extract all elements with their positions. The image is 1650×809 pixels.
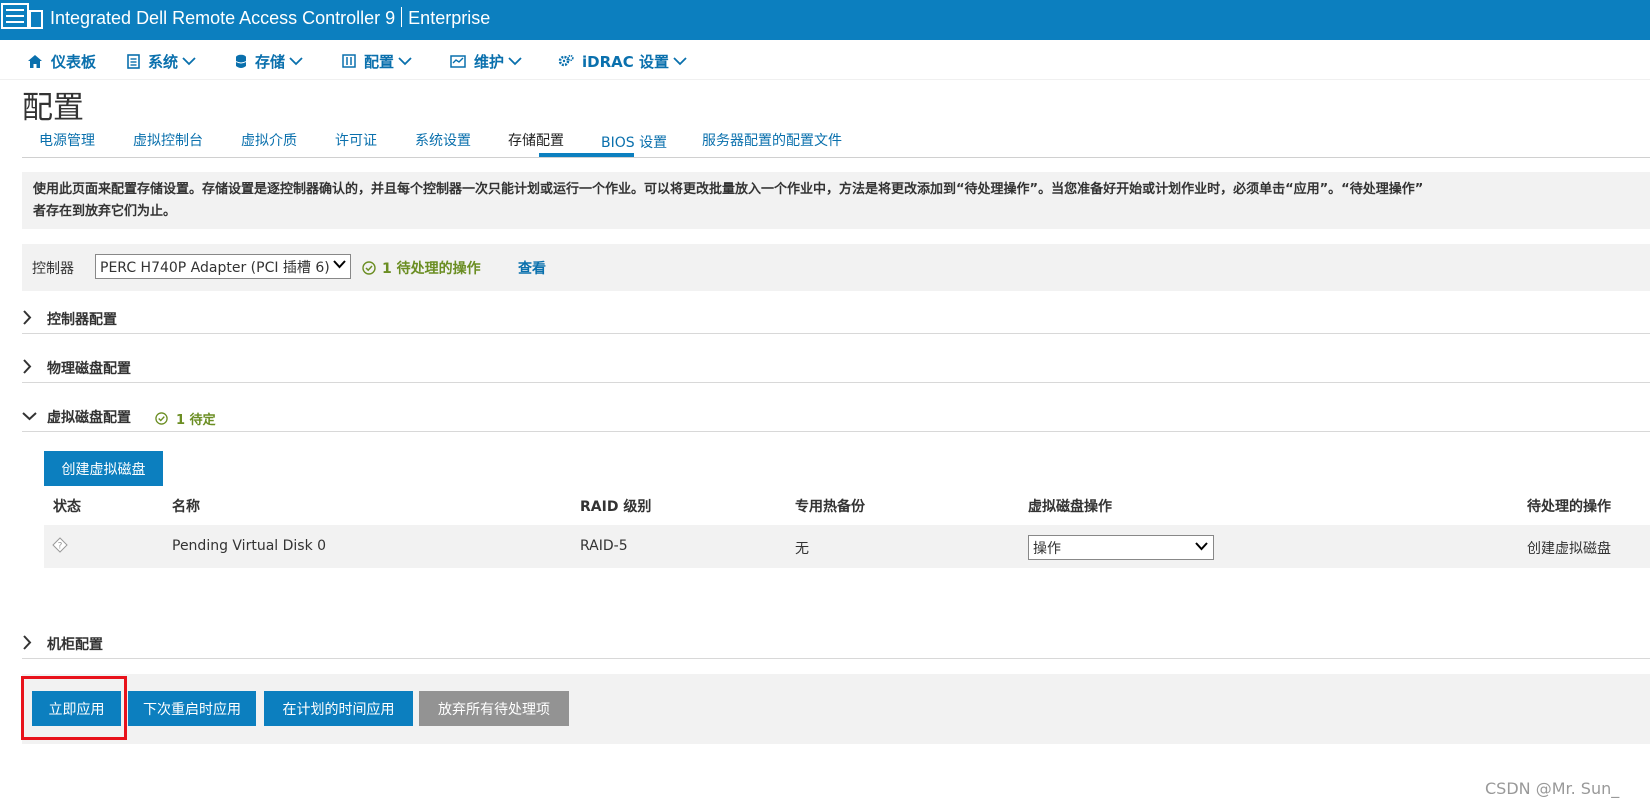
- nav-configuration-label: 配置: [364, 52, 395, 71]
- nav-configuration[interactable]: 配置: [342, 50, 412, 72]
- pending-operations-text: 1 待处理的操作: [382, 261, 481, 277]
- controller-select-value: PERC H740P Adapter (PCI 插槽 6): [100, 260, 330, 276]
- app-title: Integrated Dell Remote Access Controller…: [50, 7, 490, 29]
- chevron-right-icon: [23, 310, 32, 325]
- config-grid-icon: [342, 54, 356, 68]
- chevron-down-icon: [182, 56, 196, 65]
- cell-raid-level: RAID-5: [580, 538, 628, 554]
- tab-system-settings[interactable]: 系统设置: [415, 130, 471, 150]
- page-title: 配置: [22, 90, 84, 126]
- controller-select[interactable]: PERC H740P Adapter (PCI 插槽 6): [95, 254, 351, 279]
- section-physical-disk-config[interactable]: 物理磁盘配置: [22, 353, 1650, 383]
- app-edition: Enterprise: [408, 8, 491, 28]
- idrac-logo-icon: [1, 3, 43, 29]
- virtual-disk-action-select[interactable]: 操作: [1028, 535, 1214, 560]
- section-virtual-disk-config[interactable]: 虚拟磁盘配置 1 待定: [22, 402, 1650, 432]
- title-divider: [401, 7, 403, 27]
- tab-power-management[interactable]: 电源管理: [39, 130, 95, 150]
- pending-operations-status: 1 待处理的操作: [362, 258, 481, 278]
- section-controller-config-title: 控制器配置: [47, 312, 117, 328]
- tab-storage-configuration[interactable]: 存储配置: [508, 130, 564, 150]
- nav-dashboard-label: 仪表板: [51, 52, 97, 71]
- column-header-hot-spare: 专用热备份: [795, 499, 865, 515]
- home-icon: [28, 54, 42, 68]
- chevron-down-icon: [508, 56, 522, 65]
- chevron-down-icon: [673, 56, 687, 65]
- tab-virtual-media[interactable]: 虚拟介质: [241, 130, 297, 150]
- column-header-status: 状态: [53, 499, 81, 515]
- nav-system[interactable]: 系统: [127, 50, 196, 72]
- virtual-disk-pending-text: 1 待定: [176, 413, 216, 428]
- controller-label: 控制器: [32, 261, 74, 277]
- gears-icon: [558, 54, 574, 67]
- section-controller-config[interactable]: 控制器配置: [22, 304, 1650, 334]
- column-header-name: 名称: [172, 499, 200, 515]
- virtual-disk-pending-badge: 1 待定: [155, 409, 216, 428]
- chevron-down-icon: [289, 56, 303, 65]
- watermark: CSDN @Mr. Sun_: [1485, 779, 1620, 798]
- column-header-raid-level: RAID 级别: [580, 499, 652, 515]
- active-tab-indicator: [539, 153, 634, 157]
- nav-idrac-settings[interactable]: iDRAC 设置: [558, 50, 687, 72]
- nav-maintenance-label: 维护: [474, 52, 505, 71]
- server-icon: [127, 53, 140, 69]
- chevron-down-icon: [22, 412, 37, 421]
- column-header-virtual-disk-action: 虚拟磁盘操作: [1028, 499, 1112, 515]
- section-virtual-disk-config-title: 虚拟磁盘配置: [47, 410, 131, 426]
- monitor-icon: [450, 54, 466, 68]
- nav-idrac-settings-label: iDRAC 设置: [582, 52, 669, 71]
- virtual-disk-action-value: 操作: [1033, 541, 1061, 557]
- create-virtual-disk-button[interactable]: 创建虚拟磁盘: [44, 451, 163, 486]
- section-enclosure-config-title: 机柜配置: [47, 637, 103, 653]
- tab-licenses[interactable]: 许可证: [335, 130, 377, 150]
- cell-name: Pending Virtual Disk 0: [172, 538, 327, 554]
- view-pending-link[interactable]: 查看: [518, 258, 546, 278]
- tab-bios-settings[interactable]: BIOS 设置: [601, 132, 667, 152]
- apply-next-reboot-button[interactable]: 下次重启时应用: [128, 691, 256, 726]
- svg-text:?: ?: [58, 542, 63, 552]
- chevron-right-icon: [23, 359, 32, 374]
- chevron-right-icon: [23, 635, 32, 650]
- main-nav: 仪表板 系统 存储 配置 维护 iDRAC 设置: [0, 40, 1650, 80]
- table-header: 状态 名称 RAID 级别 专用热备份 虚拟磁盘操作 待处理的操作: [44, 483, 1650, 525]
- unknown-status-icon: ?: [52, 537, 68, 553]
- column-header-pending-operation: 待处理的操作: [1527, 499, 1611, 515]
- annotation-highlight-box: [21, 676, 127, 740]
- info-line-1: 使用此页面来配置存储设置。存储设置是逐控制器确认的，并且每个控制器一次只能计划或…: [33, 182, 1424, 197]
- check-circle-icon: [155, 412, 168, 425]
- tab-virtual-console[interactable]: 虚拟控制台: [133, 130, 203, 150]
- cell-hot-spare: 无: [795, 541, 809, 557]
- check-circle-icon: [362, 261, 376, 275]
- nav-storage-label: 存储: [255, 52, 286, 71]
- nav-dashboard[interactable]: 仪表板: [27, 50, 96, 72]
- chevron-down-icon: [1195, 542, 1208, 551]
- chevron-down-icon: [398, 56, 412, 65]
- tab-server-configuration-profile[interactable]: 服务器配置的配置文件: [702, 130, 842, 150]
- info-line-2: 者存在到放弃它们为止。: [33, 204, 177, 219]
- app-title-text: Integrated Dell Remote Access Controller…: [50, 8, 396, 28]
- top-bar: Integrated Dell Remote Access Controller…: [0, 0, 1650, 40]
- nav-maintenance[interactable]: 维护: [450, 50, 522, 72]
- discard-all-pending-button[interactable]: 放弃所有待处理项: [419, 691, 569, 726]
- cell-pending-operation: 创建虚拟磁盘: [1527, 541, 1611, 557]
- section-enclosure-config[interactable]: 机柜配置: [22, 629, 1650, 659]
- database-icon: [235, 54, 247, 68]
- section-physical-disk-config-title: 物理磁盘配置: [47, 361, 131, 377]
- apply-scheduled-button[interactable]: 在计划的时间应用: [264, 691, 413, 726]
- nav-storage[interactable]: 存储: [235, 50, 303, 72]
- nav-system-label: 系统: [148, 52, 179, 71]
- table-row: ? Pending Virtual Disk 0 RAID-5 无 操作 创建虚…: [44, 525, 1650, 568]
- chevron-down-icon: [333, 260, 346, 269]
- info-message: 使用此页面来配置存储设置。存储设置是逐控制器确认的，并且每个控制器一次只能计划或…: [22, 172, 1650, 229]
- tab-bar: 电源管理 虚拟控制台 虚拟介质 许可证 系统设置 存储配置 BIOS 设置 服务…: [22, 128, 1650, 158]
- controller-row: 控制器 PERC H740P Adapter (PCI 插槽 6) 1 待处理的…: [22, 244, 1650, 291]
